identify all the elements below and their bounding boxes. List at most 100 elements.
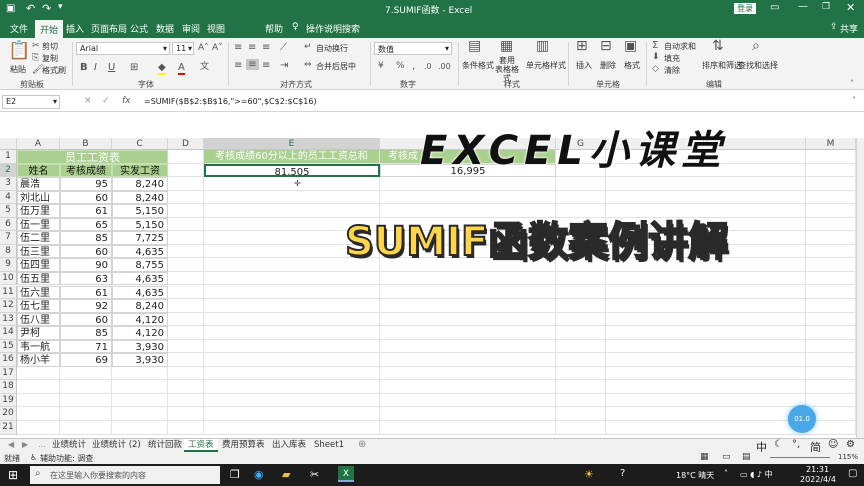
score-cell[interactable]: 69	[60, 353, 112, 367]
grid-cell[interactable]	[556, 393, 606, 408]
grid-cell[interactable]	[204, 339, 380, 354]
row-header[interactable]: 20	[0, 407, 17, 421]
sheet-tab-7[interactable]: Sheet1	[310, 439, 348, 452]
sheet-tab-2[interactable]: 业绩统计 (2)	[88, 439, 145, 452]
grid-cell[interactable]	[168, 407, 204, 421]
fill-color-icon[interactable]: ◆	[158, 62, 166, 75]
decrease-font-icon[interactable]: A˅	[212, 43, 223, 54]
grid-cell[interactable]	[806, 339, 856, 354]
fill-button[interactable]: 填充	[664, 53, 680, 64]
grid-cell[interactable]	[380, 421, 556, 435]
grid-cell[interactable]	[168, 421, 204, 435]
copy-button[interactable]: 复制	[42, 53, 58, 64]
col-header-c[interactable]: C	[112, 138, 168, 150]
salary-cell[interactable]: 3,930	[112, 353, 168, 367]
align-middle-icon[interactable]: ≡	[248, 42, 256, 53]
align-right-icon[interactable]: ≡	[262, 60, 270, 71]
font-family-select[interactable]: Arial ▾	[76, 42, 170, 55]
grid-cell[interactable]	[556, 421, 606, 435]
grid-cell[interactable]	[168, 285, 204, 299]
format-painter-button[interactable]: 格式刷	[42, 65, 66, 76]
underline-icon[interactable]: U	[108, 62, 115, 73]
score-cell[interactable]: 63	[60, 271, 112, 286]
insert-cells-button[interactable]: 插入	[576, 60, 592, 71]
cell-styles-button[interactable]: 单元格样式	[526, 60, 566, 71]
redo-icon[interactable]: ↷	[42, 2, 51, 15]
clock-date[interactable]: 2022/4/4	[800, 475, 836, 484]
grid-cell[interactable]	[112, 421, 168, 435]
grid-cell[interactable]	[806, 258, 856, 272]
prev-sheet-icon[interactable]: ◀	[8, 440, 14, 449]
conditional-format-button[interactable]: 条件格式	[462, 60, 494, 71]
find-select-icon[interactable]: ⌕	[752, 39, 760, 53]
cut-button[interactable]: 剪切	[42, 41, 58, 52]
score-cell[interactable]: 61	[60, 285, 112, 300]
file-explorer-icon[interactable]: ▰	[282, 468, 290, 481]
grid-cell[interactable]	[606, 407, 806, 421]
grid-cell[interactable]	[806, 326, 856, 340]
delete-cells-button[interactable]: 删除	[600, 60, 616, 71]
align-center-icon[interactable]: ≡	[246, 59, 259, 70]
increase-decimal-icon[interactable]: .0	[424, 61, 432, 72]
floating-assistant-icon[interactable]: 01.0	[788, 405, 816, 433]
grid-cell[interactable]	[806, 244, 856, 259]
grid-cell[interactable]	[606, 177, 806, 191]
row-header[interactable]: 6	[0, 217, 17, 232]
italic-icon[interactable]: I	[94, 62, 97, 73]
grid-cell[interactable]	[380, 312, 556, 327]
wrap-text-icon[interactable]: ↵	[304, 42, 312, 53]
grid-cell[interactable]	[606, 299, 806, 313]
row-header[interactable]: 8	[0, 244, 17, 259]
row-header[interactable]: 9	[0, 258, 17, 272]
next-sheet-icon[interactable]: ▶	[22, 440, 28, 449]
grid-cell[interactable]	[806, 190, 856, 205]
name-cell[interactable]: 伍七里	[17, 299, 60, 313]
grid-cell[interactable]	[204, 299, 380, 313]
grid-cell[interactable]	[380, 326, 556, 340]
restore-icon[interactable]: ❐	[822, 2, 830, 12]
grid-cell[interactable]	[606, 380, 806, 394]
normal-view-icon[interactable]: ▦	[700, 452, 709, 462]
grid-cell[interactable]	[168, 190, 204, 205]
name-cell[interactable]: 刘北山	[17, 190, 60, 205]
edge-icon[interactable]: ◉	[254, 468, 264, 481]
align-top-icon[interactable]: ≡	[234, 42, 242, 53]
minimize-icon[interactable]: —	[798, 1, 808, 12]
salary-cell[interactable]: 3,930	[112, 339, 168, 354]
increase-font-icon[interactable]: A˄	[198, 43, 209, 54]
grid-cell[interactable]	[204, 177, 380, 191]
salary-cell[interactable]: 4,120	[112, 326, 168, 340]
select-all-corner[interactable]	[0, 138, 17, 150]
grid-cell[interactable]	[204, 380, 380, 394]
grid-cell[interactable]	[204, 421, 380, 435]
grid-cell[interactable]	[606, 312, 806, 327]
row-header[interactable]: 21	[0, 421, 17, 435]
tab-data[interactable]: 数据	[156, 22, 174, 35]
grid-cell[interactable]	[168, 312, 204, 327]
col-header-e[interactable]: E	[204, 138, 380, 150]
grid-cell[interactable]	[168, 163, 204, 178]
cut-icon[interactable]: ✂	[32, 41, 40, 52]
tab-insert[interactable]: 插入	[66, 22, 84, 35]
grid-cell[interactable]	[806, 353, 856, 367]
grid-cell[interactable]	[204, 366, 380, 381]
page-layout-view-icon[interactable]: ▭	[722, 452, 731, 462]
tray-icons[interactable]: ▭ ◖ ♪ 中	[740, 469, 773, 480]
clear-icon[interactable]: ◇	[652, 64, 659, 75]
row-header[interactable]: 18	[0, 380, 17, 394]
grid-cell[interactable]	[806, 177, 856, 191]
align-left-icon[interactable]: ≡	[234, 60, 242, 71]
grid-cell[interactable]	[806, 271, 856, 286]
row-header[interactable]: 19	[0, 393, 17, 408]
grid-cell[interactable]	[112, 380, 168, 394]
tray-up-icon[interactable]: ˄	[724, 469, 728, 478]
score-cell[interactable]: 60	[60, 190, 112, 205]
row-header[interactable]: 3	[0, 177, 17, 191]
phonetic-icon[interactable]: 文	[200, 62, 209, 73]
grid-cell[interactable]	[112, 407, 168, 421]
format-cells-button[interactable]: 格式	[624, 60, 640, 71]
row-header[interactable]: 7	[0, 231, 17, 245]
grid-cell[interactable]	[168, 204, 204, 218]
tab-review[interactable]: 审阅	[182, 22, 200, 35]
format-table-icon[interactable]: ▦	[500, 39, 513, 53]
